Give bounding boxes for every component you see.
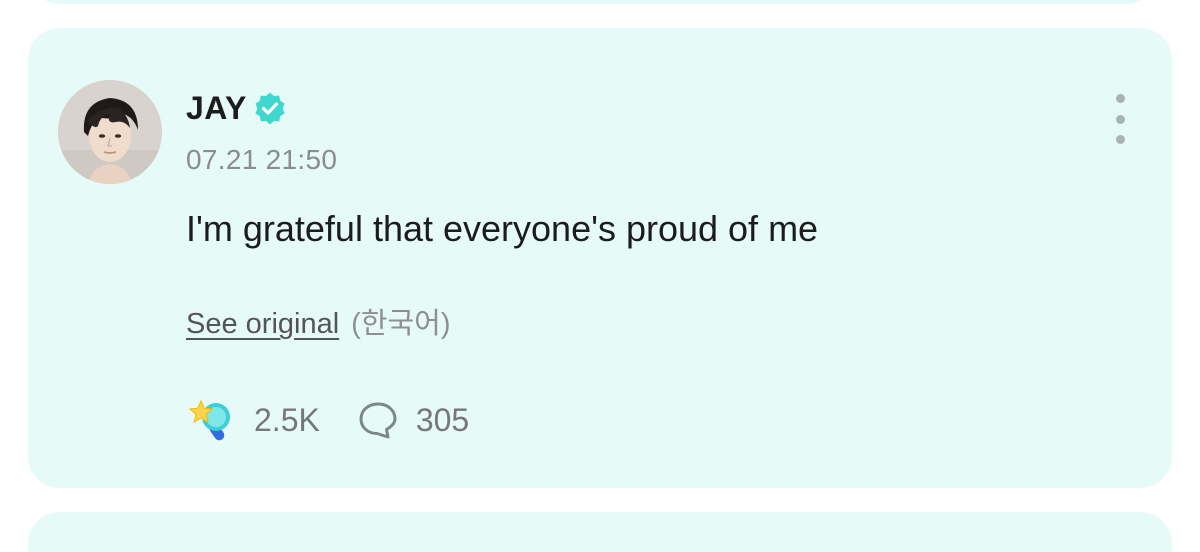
post-card: JAY 07.21 21:50 I'm grateful that everyo…	[28, 28, 1172, 488]
more-vertical-icon	[1115, 94, 1125, 103]
avatar-photo	[58, 80, 162, 184]
more-options-button[interactable]	[1106, 94, 1134, 144]
reaction-count: 2.5K	[254, 401, 320, 438]
verified-badge-icon	[253, 91, 287, 125]
see-original-link[interactable]: See original	[186, 308, 339, 341]
post-stats: 2.5K 305	[186, 396, 469, 444]
more-dot	[1115, 135, 1125, 144]
author-name[interactable]: JAY	[186, 90, 247, 127]
post-content: I'm grateful that everyone's proud of me	[186, 208, 819, 249]
reaction-stick-icon[interactable]	[186, 397, 236, 443]
comment-count: 305	[415, 401, 470, 438]
comment-bubble-icon[interactable]	[356, 398, 400, 442]
post-timestamp: 07.21 21:50	[186, 144, 338, 175]
original-language-label: (한국어)	[351, 308, 451, 340]
author-avatar[interactable]	[58, 80, 162, 184]
previous-post-card	[28, 0, 1158, 4]
more-dot	[1115, 114, 1125, 124]
next-post-card	[28, 512, 1172, 552]
translation-row: See original (한국어)	[186, 300, 451, 342]
author-name-row: JAY	[186, 88, 287, 128]
